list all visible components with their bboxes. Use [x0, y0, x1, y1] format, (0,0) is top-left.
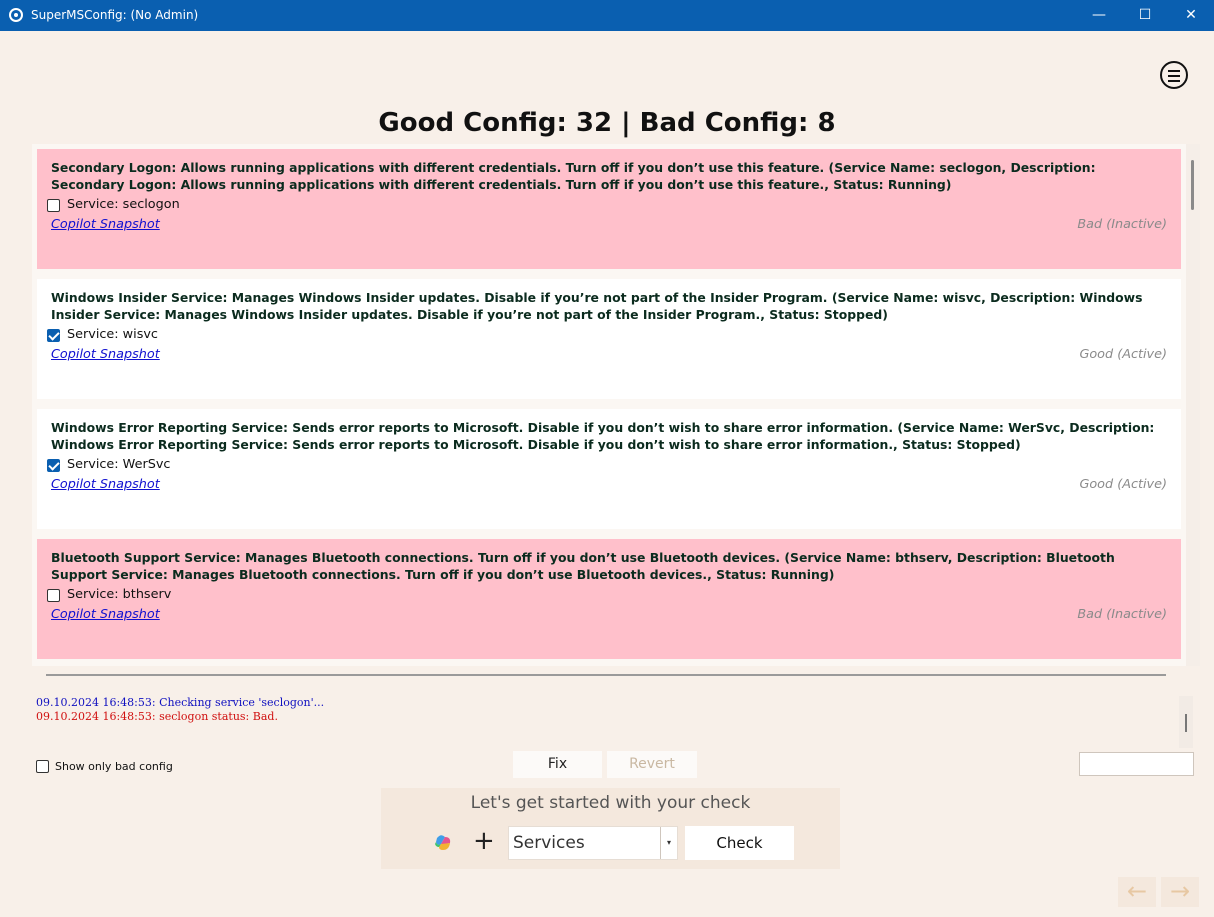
copilot-snapshot-link[interactable]: Copilot Snapshot	[51, 347, 160, 362]
card-description: Bluetooth Support Service: Manages Bluet…	[51, 550, 1115, 582]
card-description: Windows Insider Service: Manages Windows…	[51, 290, 1143, 322]
service-label: Service: wisvc	[67, 327, 158, 342]
maximize-button[interactable]: ☐	[1122, 0, 1168, 31]
log-scrollbar[interactable]	[1179, 696, 1193, 748]
service-checkbox[interactable]	[47, 589, 60, 602]
service-label: Service: bthserv	[67, 587, 172, 602]
fix-button[interactable]: Fix	[513, 751, 602, 778]
list-scrollbar[interactable]	[1186, 144, 1200, 666]
config-status: Good (Active)	[1079, 347, 1167, 362]
get-started-title: Let's get started with your check	[470, 793, 751, 813]
copilot-snapshot-link[interactable]: Copilot Snapshot	[51, 477, 160, 492]
revert-button[interactable]: Revert	[607, 751, 697, 778]
list-horizontal-scrollbar[interactable]	[46, 674, 1166, 676]
config-card: Secondary Logon: Allows running applicat…	[37, 149, 1181, 269]
config-status: Good (Active)	[1079, 477, 1167, 492]
config-list[interactable]: Secondary Logon: Allows running applicat…	[32, 144, 1186, 666]
forward-arrow-icon[interactable]: →	[1161, 877, 1199, 907]
check-button[interactable]: Check	[685, 826, 794, 860]
show-only-bad-config-label: Show only bad config	[55, 760, 173, 773]
category-select-value: Services	[513, 833, 585, 853]
config-card: Bluetooth Support Service: Manages Bluet…	[37, 539, 1181, 659]
plus-icon[interactable]: +	[473, 828, 495, 854]
card-description: Secondary Logon: Allows running applicat…	[51, 160, 1096, 192]
copilot-snapshot-link[interactable]: Copilot Snapshot	[51, 217, 160, 232]
category-select[interactable]: Services ▾	[508, 826, 678, 860]
show-only-bad-config-checkbox[interactable]	[36, 760, 49, 773]
hamburger-menu-icon[interactable]	[1160, 61, 1188, 89]
service-checkbox[interactable]	[47, 199, 60, 212]
service-label: Service: seclogon	[67, 197, 180, 212]
config-status: Bad (Inactive)	[1077, 217, 1167, 232]
card-description: Windows Error Reporting Service: Sends e…	[51, 420, 1155, 452]
log-line: 09.10.2024 16:48:53: Checking service 's…	[36, 696, 325, 709]
minimize-button[interactable]: —	[1076, 0, 1122, 31]
service-checkbox[interactable]	[47, 459, 60, 472]
title-bar: SuperMSConfig: (No Admin) — ☐ ✕	[0, 0, 1214, 31]
window-title: SuperMSConfig: (No Admin)	[31, 8, 199, 22]
log-output: 09.10.2024 16:48:53: Checking service 's…	[36, 696, 324, 724]
service-label: Service: WerSvc	[67, 457, 171, 472]
config-summary-heading: Good Config: 32 | Bad Config: 8	[378, 108, 836, 138]
copilot-snapshot-link[interactable]: Copilot Snapshot	[51, 607, 160, 622]
close-button[interactable]: ✕	[1168, 0, 1214, 31]
log-line: 09.10.2024 16:48:53: seclogon status: Ba…	[36, 710, 278, 723]
get-started-panel: Let's get started with your check + Serv…	[381, 788, 840, 869]
list-scrollbar-thumb[interactable]	[1191, 160, 1194, 210]
config-status: Bad (Inactive)	[1077, 607, 1167, 622]
log-scrollbar-thumb[interactable]	[1185, 714, 1187, 732]
side-text-field[interactable]	[1079, 752, 1194, 776]
copilot-icon[interactable]	[432, 832, 454, 854]
service-checkbox[interactable]	[47, 329, 60, 342]
config-card: Windows Insider Service: Manages Windows…	[37, 279, 1181, 399]
app-gear-icon	[9, 8, 23, 22]
chevron-down-icon[interactable]: ▾	[660, 827, 677, 859]
config-card: Windows Error Reporting Service: Sends e…	[37, 409, 1181, 529]
back-arrow-icon[interactable]: ←	[1118, 877, 1156, 907]
